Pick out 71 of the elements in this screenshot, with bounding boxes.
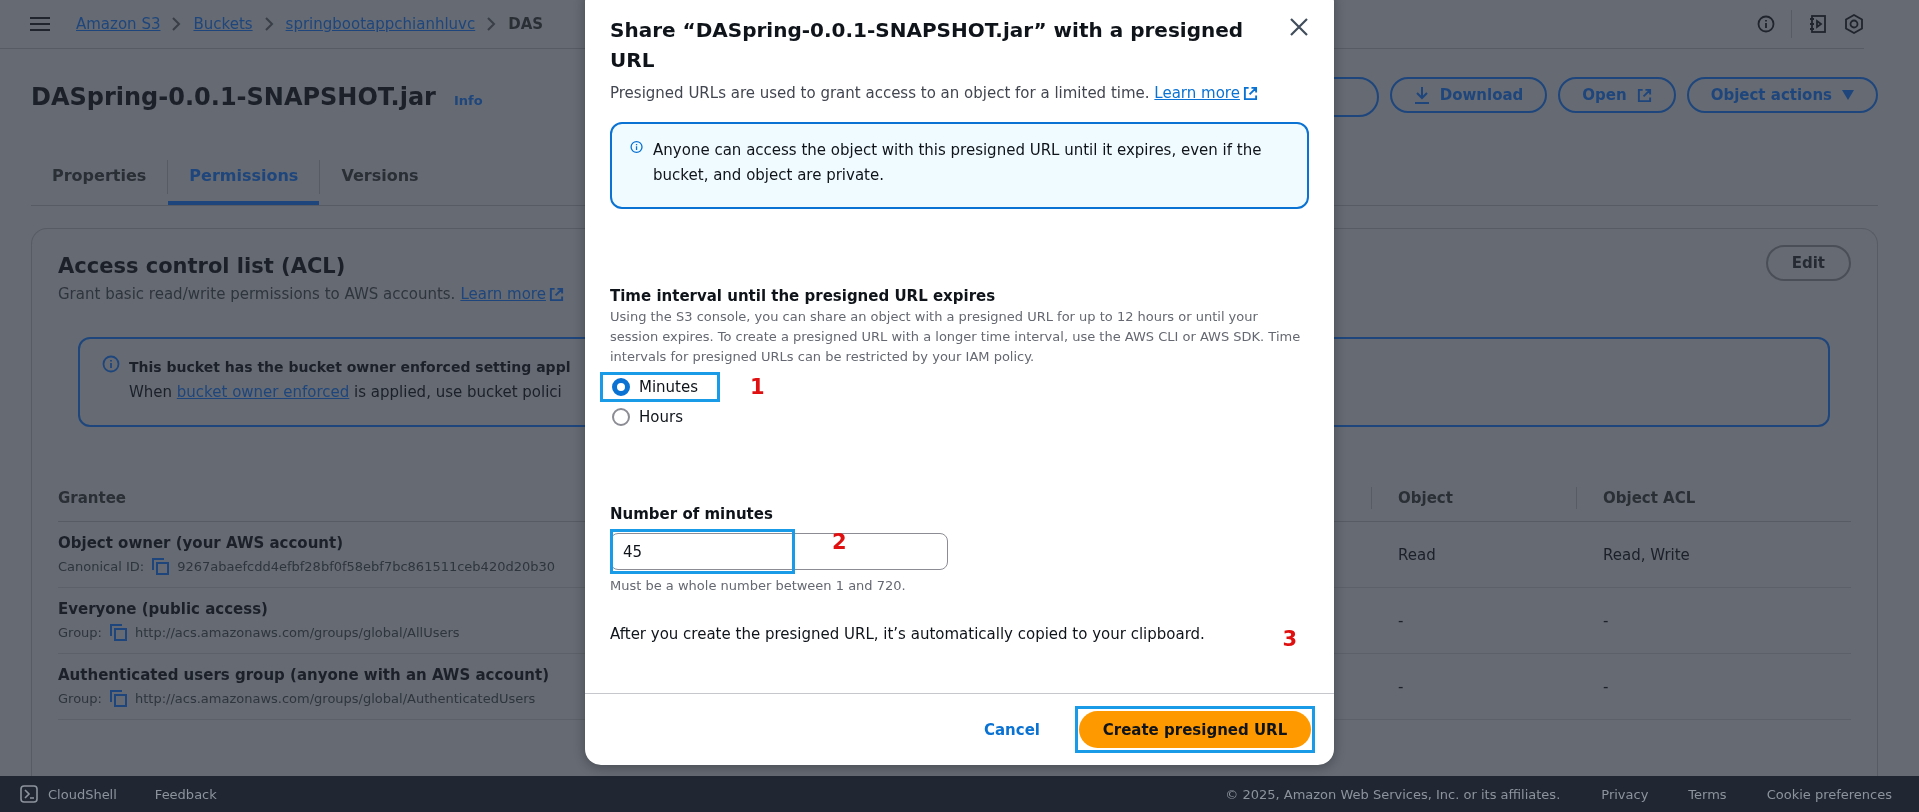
chevron-icon — [264, 17, 274, 31]
footer-link[interactable]: Cookie preferences — [1766, 786, 1892, 802]
column-header: Object — [1398, 489, 1453, 507]
feedback-link[interactable]: Feedback — [154, 786, 217, 802]
step-marker: 1 — [750, 375, 765, 399]
card-title: Access control list (ACL) — [58, 253, 347, 280]
note-text: After you create the presigned URL, it’s automatically copied to your clipboard. — [610, 625, 1205, 643]
info-link[interactable]: Info — [453, 92, 483, 108]
edit-button[interactable]: Edit — [1765, 245, 1851, 281]
column-header: Grantee — [58, 489, 127, 507]
external-link-icon — [548, 286, 564, 302]
external-link-icon — [1242, 86, 1258, 101]
field-label: Number of minutes — [610, 504, 773, 525]
info-icon — [1757, 15, 1775, 33]
table-cell: - — [1603, 611, 1609, 630]
alert-text: When bucket owner enforced is applied, use bucket polici — [129, 382, 563, 403]
learn-more-link[interactable]: Learn more — [460, 285, 546, 303]
terminal-icon[interactable] — [20, 785, 38, 803]
download-icon — [1413, 86, 1430, 104]
tab[interactable]: Versions — [320, 149, 440, 205]
grantee-name: Everyone (public access) — [58, 600, 268, 618]
breadcrumb-link[interactable]: Buckets — [193, 15, 253, 33]
column-header: Object ACL — [1603, 489, 1696, 507]
tab[interactable]: Permissions — [168, 149, 320, 205]
hexagon-icon[interactable] — [1844, 14, 1864, 34]
footer-link[interactable]: Privacy — [1601, 786, 1649, 802]
dialog-title: Share “DASpring-0.0.1-SNAPSHOT.jar” with a presigned URL — [610, 17, 1245, 74]
table-cell: - — [1398, 611, 1404, 630]
external-link-icon — [1636, 87, 1652, 103]
grantee-name: Authenticated users group (anyone with an AWS account) — [58, 666, 550, 684]
alert-title: This bucket has the bucket owner enforced setting appl — [129, 358, 571, 377]
radio-option[interactable]: Minutes — [610, 377, 705, 397]
grantee-name: Object owner (your AWS account) — [58, 534, 344, 552]
chevron-icon — [487, 17, 497, 31]
learn-more-link[interactable]: Learn more — [1154, 81, 1240, 106]
table-cell: - — [1398, 677, 1404, 696]
alert-link[interactable]: bucket owner enforced — [176, 383, 350, 401]
chevron-icon — [172, 17, 182, 31]
caret-icon — [1842, 90, 1854, 100]
help-text: Using the S3 console, you can share an object with a presigned URL for up to 12 hours or until your session expires. To create a presigned URL with a longer time interval, use the AWS CLI or AWS SDK. Time intervals for presigned URLs can be restricted by your IAM policy. — [610, 308, 1302, 366]
radio-option[interactable]: Hours — [610, 407, 689, 427]
breadcrumb-current: DAS — [508, 15, 544, 33]
create-button[interactable]: Create presigned URL — [1079, 711, 1311, 748]
footer-link[interactable]: Terms — [1688, 786, 1727, 802]
breadcrumb-link[interactable]: springbootappchianhluvc — [285, 15, 476, 33]
notebook-icon[interactable] — [1808, 14, 1828, 34]
copy-icon[interactable] — [109, 624, 127, 641]
action-button[interactable]: Open — [1558, 77, 1676, 113]
action-button[interactable]: Download — [1389, 77, 1548, 113]
table-cell: - — [1603, 677, 1609, 696]
cancel-button[interactable]: Cancel — [978, 719, 1046, 740]
cloudshell-link[interactable]: CloudShell — [48, 786, 117, 802]
copyright-text: © 2025, Amazon Web Services, Inc. or its affiliates. — [1225, 786, 1561, 802]
step-marker: 3 — [1282, 627, 1297, 651]
copy-icon[interactable] — [152, 558, 170, 575]
info-icon — [630, 138, 644, 156]
hint-text: Must be a whole number between 1 and 720. — [610, 578, 906, 593]
table-cell: Read, Write — [1603, 545, 1690, 564]
dialog-description: Presigned URLs are used to grant access to an object for a limited time. Learn more — [610, 81, 1309, 106]
alert-text: Anyone can access the object with this presigned URL until it expires, even if the bucket, and object are private. — [653, 140, 1263, 186]
table-cell: Read — [1398, 545, 1436, 564]
breadcrumb-link[interactable]: Amazon S3 — [76, 15, 161, 33]
field-label: Time interval until the presigned URL expires — [610, 286, 996, 307]
menu-icon[interactable] — [30, 16, 50, 32]
close-icon[interactable] — [1289, 17, 1309, 37]
action-button[interactable]: Object actions — [1686, 77, 1878, 113]
info-icon — [102, 355, 120, 373]
tab[interactable]: Properties — [31, 149, 168, 205]
step-marker: 2 — [832, 530, 847, 554]
copy-icon[interactable] — [109, 690, 127, 707]
object-title: DASpring-0.0.1-SNAPSHOT.jar — [31, 83, 436, 111]
